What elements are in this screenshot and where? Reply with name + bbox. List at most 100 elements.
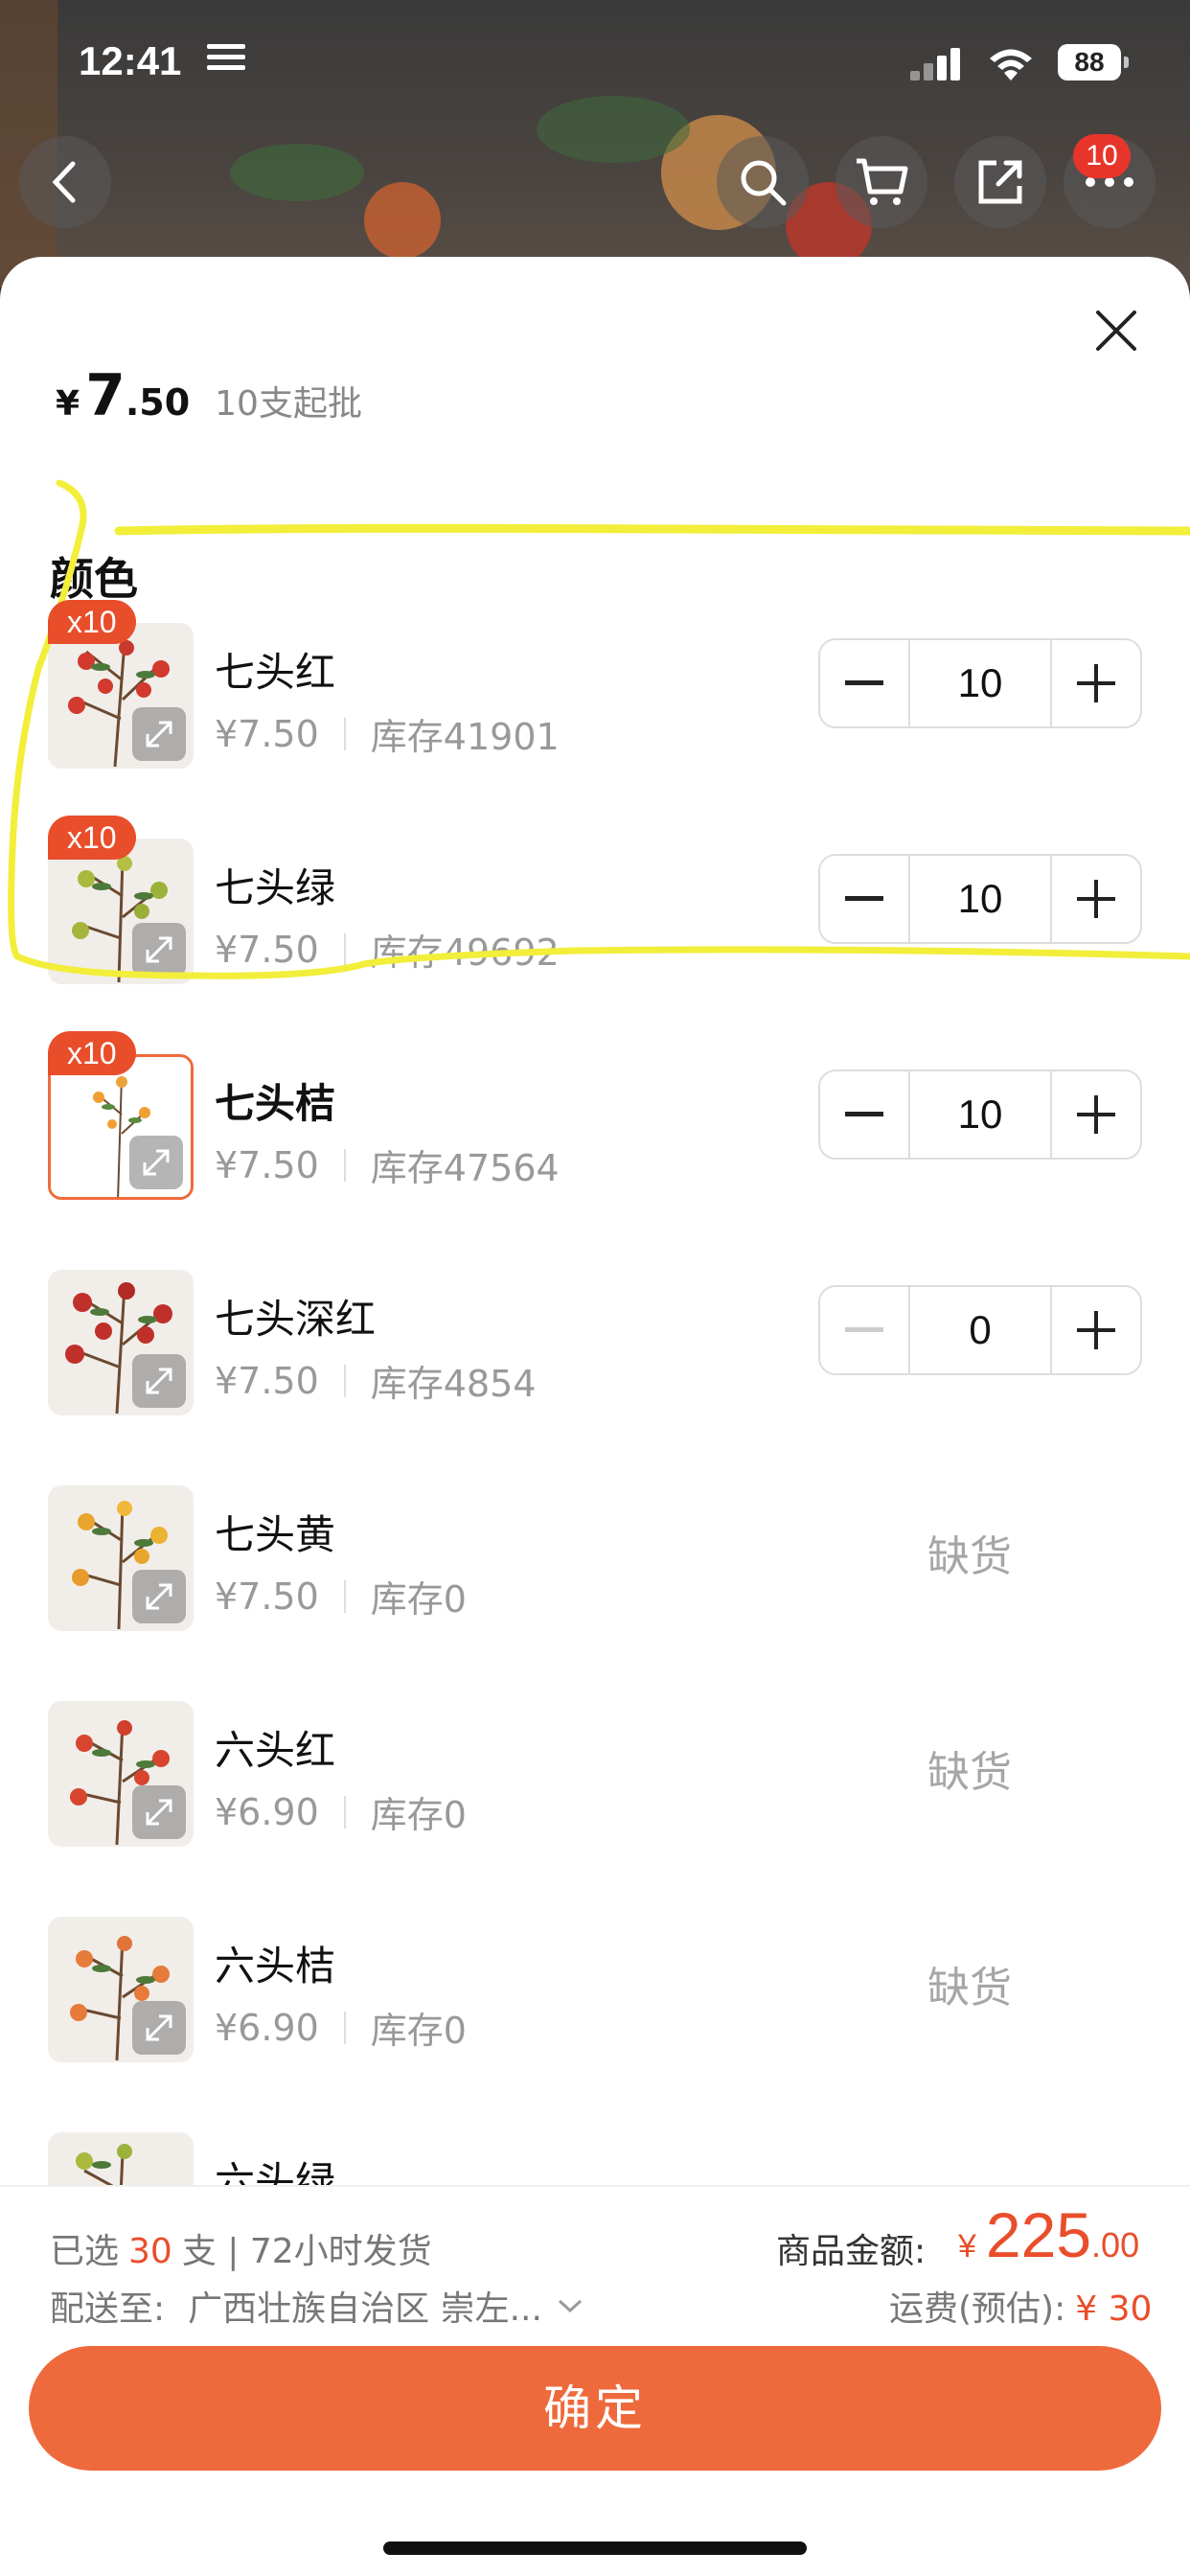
sku-thumbnail[interactable]	[48, 839, 194, 984]
expand-icon	[143, 1149, 170, 1176]
total-amount: ¥ 225 .00	[958, 2198, 1139, 2271]
total-label: 商品金额:	[776, 2232, 927, 2271]
plus-icon	[1077, 880, 1115, 918]
ship-label: 配送至:	[50, 2289, 166, 2329]
increase-button[interactable]	[1052, 856, 1140, 942]
back-button[interactable]	[19, 136, 111, 228]
share-button[interactable]	[954, 136, 1046, 228]
quantity-stepper: 10	[818, 1070, 1142, 1160]
expand-icon	[146, 721, 172, 748]
cart-count-badge: 10	[1073, 134, 1131, 178]
sku-row[interactable]: 六头桔 ¥6.90 库存0 缺货	[0, 1905, 1190, 2121]
increase-button[interactable]	[1052, 1287, 1140, 1373]
quantity-stepper: 0	[818, 1285, 1142, 1375]
expand-image-button[interactable]	[132, 707, 186, 761]
shipping-destination[interactable]: 配送至: 广西壮族自治区 崇左...	[50, 2281, 584, 2331]
sku-row[interactable]: 七头黄 ¥7.50 库存0 缺货	[0, 1474, 1190, 1690]
home-indicator	[383, 2542, 807, 2555]
expand-image-button[interactable]	[132, 1785, 186, 1839]
plus-icon	[1077, 1311, 1115, 1349]
price-decimal: .50	[125, 381, 191, 424]
sku-name: 七头桔	[215, 1080, 336, 1127]
qty-badge: x10	[48, 600, 136, 644]
sku-thumbnail[interactable]	[48, 1701, 194, 1847]
cart-icon	[857, 158, 908, 205]
increase-button[interactable]	[1052, 1071, 1140, 1158]
expand-image-button[interactable]	[132, 1570, 186, 1623]
sku-thumbnail[interactable]	[48, 1270, 194, 1415]
sku-meta: ¥7.50 库存4854	[215, 1354, 537, 1407]
chevron-left-icon	[52, 161, 76, 203]
sku-row[interactable]: 七头深红 ¥7.50 库存4854 0	[0, 1258, 1190, 1474]
sku-row[interactable]: x10 七头绿 ¥7.50 库存49692 10	[0, 816, 1190, 1043]
total-decimal: .00	[1091, 2225, 1140, 2265]
expand-image-button[interactable]	[132, 923, 186, 977]
selected-summary: 已选 30 支 | 72小时发货	[50, 2223, 432, 2273]
status-bar: 12:41 88	[0, 0, 1190, 125]
decrease-button[interactable]	[820, 856, 908, 942]
close-icon[interactable]	[1090, 305, 1142, 356]
sku-meta: ¥6.90 库存0	[215, 1785, 467, 1838]
sku-price: ¥7.50	[215, 712, 319, 755]
freight-label: 运费(预估):	[889, 2289, 1066, 2329]
sku-price: ¥7.50	[215, 1143, 319, 1186]
ship-address: 广西壮族自治区 崇左...	[188, 2289, 542, 2329]
expand-icon	[146, 1368, 172, 1394]
minus-icon	[845, 1112, 883, 1116]
expand-image-button[interactable]	[129, 1136, 183, 1189]
out-of-stock-label: 缺货	[927, 1748, 1012, 1797]
confirm-button[interactable]: 确定	[29, 2346, 1161, 2471]
decrease-button[interactable]	[820, 1071, 908, 1158]
cart-button[interactable]	[835, 136, 927, 228]
expand-image-button[interactable]	[132, 2001, 186, 2055]
selected-suffix: 支 | 72小时发货	[181, 2232, 432, 2271]
minimum-order-quantity: 10支起批	[215, 384, 362, 424]
search-button[interactable]	[717, 136, 809, 228]
sku-meta: ¥7.50 库存47564	[215, 1138, 560, 1191]
decrease-button[interactable]	[820, 640, 908, 726]
sku-name: 七头红	[215, 649, 336, 696]
unit-price: ¥ 7 .50 10支起批	[56, 362, 362, 439]
increase-button[interactable]	[1052, 640, 1140, 726]
expand-image-button[interactable]	[132, 1354, 186, 1408]
sku-row[interactable]: 六头红 ¥6.90 库存0 缺货	[0, 1690, 1190, 1905]
battery-icon: 88	[1058, 44, 1129, 80]
sku-stock: 库存41901	[370, 716, 560, 758]
expand-icon	[146, 936, 172, 963]
out-of-stock-label: 缺货	[927, 1964, 1012, 2012]
share-icon	[978, 160, 1022, 204]
selected-count: 30	[128, 2232, 172, 2271]
sku-list: x10 七头红 ¥7.50 库存41901 10 x10 七头绿 ¥7.50 库…	[0, 600, 1190, 2336]
signal-icon	[910, 48, 962, 80]
sku-stock: 库存49692	[370, 932, 560, 974]
qty-badge: x10	[48, 816, 136, 860]
sku-row[interactable]: x10 七头桔 ¥7.50 库存47564 10	[0, 1031, 1190, 1258]
list-icon	[207, 44, 245, 73]
qty-badge: x10	[48, 1031, 136, 1075]
sku-thumbnail[interactable]	[48, 1485, 194, 1631]
quantity-value[interactable]: 10	[908, 1071, 1052, 1158]
sku-thumbnail[interactable]	[48, 623, 194, 769]
quantity-value[interactable]: 10	[908, 640, 1052, 726]
expand-icon	[146, 1583, 172, 1610]
sku-row[interactable]: x10 七头红 ¥7.50 库存41901 10	[0, 600, 1190, 827]
quantity-value[interactable]: 0	[908, 1287, 1052, 1373]
total-integer: 225	[985, 2199, 1092, 2270]
plus-icon	[1077, 1095, 1115, 1134]
expand-icon	[146, 1799, 172, 1826]
sku-price: ¥7.50	[215, 1359, 319, 1402]
quantity-value[interactable]: 10	[908, 856, 1052, 942]
price-symbol: ¥	[56, 384, 80, 424]
sku-meta: ¥6.90 库存0	[215, 2001, 467, 2054]
sku-stock: 库存0	[370, 2010, 467, 2052]
wifi-icon	[990, 49, 1032, 80]
freight-value: ¥ 30	[1075, 2289, 1153, 2329]
freight-estimate: 运费(预估): ¥ 30	[889, 2281, 1152, 2331]
sku-meta: ¥7.50 库存41901	[215, 707, 560, 760]
minus-icon	[845, 680, 883, 685]
sku-thumbnail[interactable]	[48, 1917, 194, 2062]
sku-thumbnail[interactable]	[48, 1054, 194, 1200]
section-title-color: 颜色	[50, 553, 138, 605]
out-of-stock-label: 缺货	[927, 1532, 1012, 1581]
sku-stock: 库存4854	[370, 1363, 537, 1405]
